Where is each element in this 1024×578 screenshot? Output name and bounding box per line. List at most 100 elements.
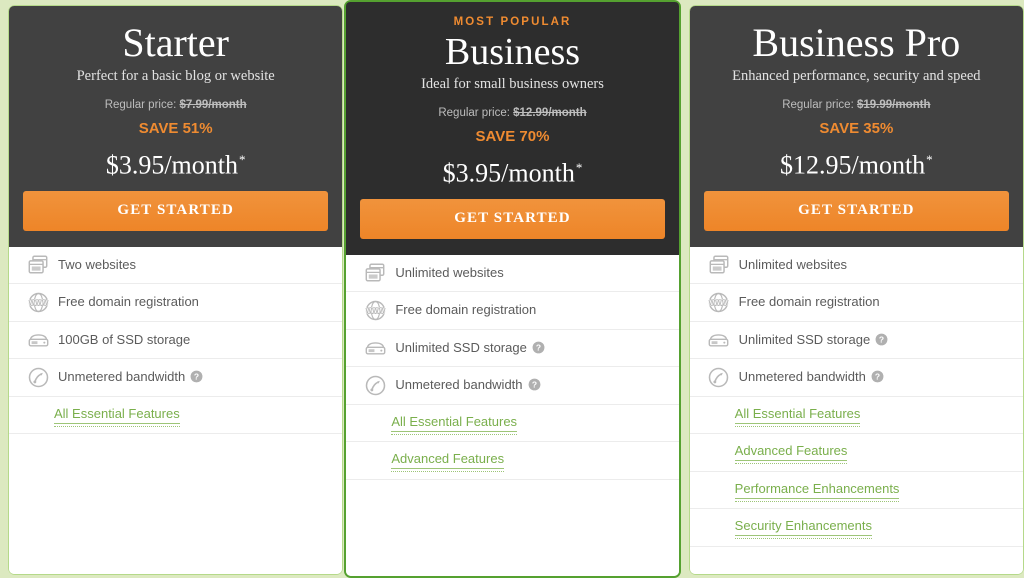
feature-text-wrap: Free domain registration [739, 294, 880, 310]
feature-text-wrap: Unmetered bandwidth ? [395, 377, 540, 393]
feature-label: Unlimited SSD storage [738, 331, 871, 347]
feature-link[interactable]: Performance Enhancements [734, 481, 900, 502]
ssd-storage-icon [706, 327, 732, 353]
feature-row: Unlimited SSD storage ? [346, 330, 679, 368]
plan-name: Business Pro [752, 20, 961, 65]
plan-name: Starter [122, 20, 229, 65]
feature-text-wrap: 100GB of SSD storage [58, 332, 190, 348]
pricing-card-business-pro: Business Pro Enhanced performance, securi… [688, 5, 1024, 575]
feature-label: Free domain registration [738, 294, 880, 310]
feature-text-wrap: Free domain registration [395, 302, 536, 318]
save-badge: SAVE 51% [138, 120, 213, 137]
feature-label: 100GB of SSD storage [58, 331, 191, 347]
pricing-table: Starter Perfect for a basic blog or websi… [0, 0, 1024, 578]
feature-list-business: Unlimited websites WWW Free domain regis… [346, 254, 679, 576]
feature-row: Unmetered bandwidth ? [9, 359, 343, 397]
pricing-card-starter: Starter Perfect for a basic blog or websi… [8, 5, 344, 575]
help-icon[interactable]: ? [528, 378, 541, 391]
feature-row: WWW Free domain registration [689, 284, 1023, 322]
feature-row: WWW Free domain registration [9, 284, 343, 322]
feature-text-wrap: Unmetered bandwidth ? [58, 369, 203, 385]
feature-label: Unmetered bandwidth [58, 369, 186, 385]
regular-price-label: Regular price: [782, 99, 854, 111]
price-asterisk: * [239, 152, 246, 167]
feature-text-wrap: Unlimited SSD storage ? [739, 332, 889, 348]
help-icon[interactable]: ? [190, 370, 203, 383]
feature-label: Two websites [58, 256, 137, 272]
svg-text:WWW: WWW [709, 299, 729, 307]
get-started-button-business[interactable]: GET STARTED [360, 198, 665, 239]
feature-text-wrap: Two websites [58, 257, 136, 273]
feature-text-wrap: Free domain registration [58, 294, 199, 310]
regular-price-value: $7.99/month [179, 99, 247, 111]
bandwidth-icon [362, 372, 388, 398]
bandwidth-icon [706, 364, 732, 390]
get-started-button-starter[interactable]: GET STARTED [23, 190, 329, 231]
feature-text-wrap: Unlimited websites [395, 265, 503, 281]
feature-text-wrap: Unmetered bandwidth ? [739, 369, 884, 385]
price-asterisk: * [575, 160, 583, 175]
most-popular-badge: MOST POPULAR [453, 16, 572, 28]
feature-row: Unlimited SSD storage ? [689, 322, 1023, 360]
regular-price-row: Regular price: $12.99/month [360, 106, 664, 120]
feature-link[interactable]: Security Enhancements [734, 518, 873, 540]
www-globe-icon: WWW [25, 289, 51, 315]
feature-link[interactable]: All Essential Features [391, 414, 518, 435]
plan-tagline: Enhanced performance, security and speed [732, 68, 981, 84]
regular-price-value: $19.99/month [856, 99, 931, 111]
feature-label: Unmetered bandwidth [395, 377, 523, 393]
save-badge: SAVE 35% [819, 120, 894, 137]
get-started-button-business-pro[interactable]: GET STARTED [703, 190, 1009, 231]
www-globe-icon: WWW [362, 297, 388, 323]
feature-link-row: Advanced Features [346, 442, 679, 480]
feature-row: Unlimited websites [346, 255, 679, 293]
feature-link-row: Performance Enhancements [689, 472, 1023, 510]
price-line: $3.95/month* [360, 152, 664, 189]
feature-text-wrap: Unlimited websites [739, 257, 847, 273]
help-icon[interactable]: ? [875, 333, 888, 346]
card-header-starter: Starter Perfect for a basic blog or websi… [9, 6, 343, 247]
feature-list-business-pro: Unlimited websites WWW Free domain regis… [689, 246, 1023, 574]
regular-price-row: Regular price: $7.99/month [23, 98, 328, 112]
svg-text:?: ? [531, 380, 536, 390]
help-icon[interactable]: ? [532, 341, 545, 354]
feature-link-row: Security Enhancements [689, 509, 1023, 547]
feature-label: Unlimited websites [395, 264, 504, 280]
feature-row: Unmetered bandwidth ? [346, 367, 679, 405]
feature-link[interactable]: All Essential Features [54, 406, 180, 427]
feature-link[interactable]: All Essential Features [734, 406, 861, 427]
svg-text:WWW: WWW [28, 299, 48, 307]
pricing-card-business: MOST POPULAR Business Ideal for small busi… [344, 0, 681, 578]
card-header-business-pro: Business Pro Enhanced performance, securi… [689, 6, 1023, 247]
feature-link[interactable]: Advanced Features [391, 451, 505, 473]
feature-label: Free domain registration [58, 294, 199, 310]
websites-icon [362, 260, 388, 286]
feature-link-row: All Essential Features [346, 405, 679, 443]
websites-icon [706, 252, 732, 278]
ssd-storage-icon [362, 335, 388, 361]
regular-price-value: $12.99/month [513, 107, 587, 119]
feature-list-starter: Two websites WWW Free domain registratio… [9, 246, 343, 574]
save-badge: SAVE 70% [475, 128, 550, 145]
feature-link-row: All Essential Features [689, 397, 1023, 435]
plan-tagline: Perfect for a basic blog or website [76, 68, 275, 84]
price-line: $12.95/month* [704, 144, 1009, 181]
help-icon[interactable]: ? [871, 370, 884, 383]
www-globe-icon: WWW [706, 289, 732, 315]
websites-icon [25, 252, 51, 278]
price-line: $3.95/month* [23, 144, 328, 181]
svg-text:WWW: WWW [365, 307, 385, 315]
feature-row: 100GB of SSD storage [9, 322, 343, 360]
svg-text:?: ? [536, 342, 541, 352]
bandwidth-icon [25, 364, 51, 390]
regular-price-label: Regular price: [104, 99, 177, 111]
price-asterisk: * [926, 152, 933, 167]
svg-text:?: ? [879, 334, 884, 344]
feature-text-wrap: Unlimited SSD storage ? [395, 340, 545, 356]
svg-text:?: ? [875, 372, 880, 382]
feature-label: Unmetered bandwidth [738, 369, 866, 385]
feature-label: Unlimited websites [738, 256, 848, 272]
svg-text:?: ? [194, 372, 199, 382]
feature-link[interactable]: Advanced Features [734, 443, 848, 465]
feature-label: Unlimited SSD storage [395, 339, 527, 355]
